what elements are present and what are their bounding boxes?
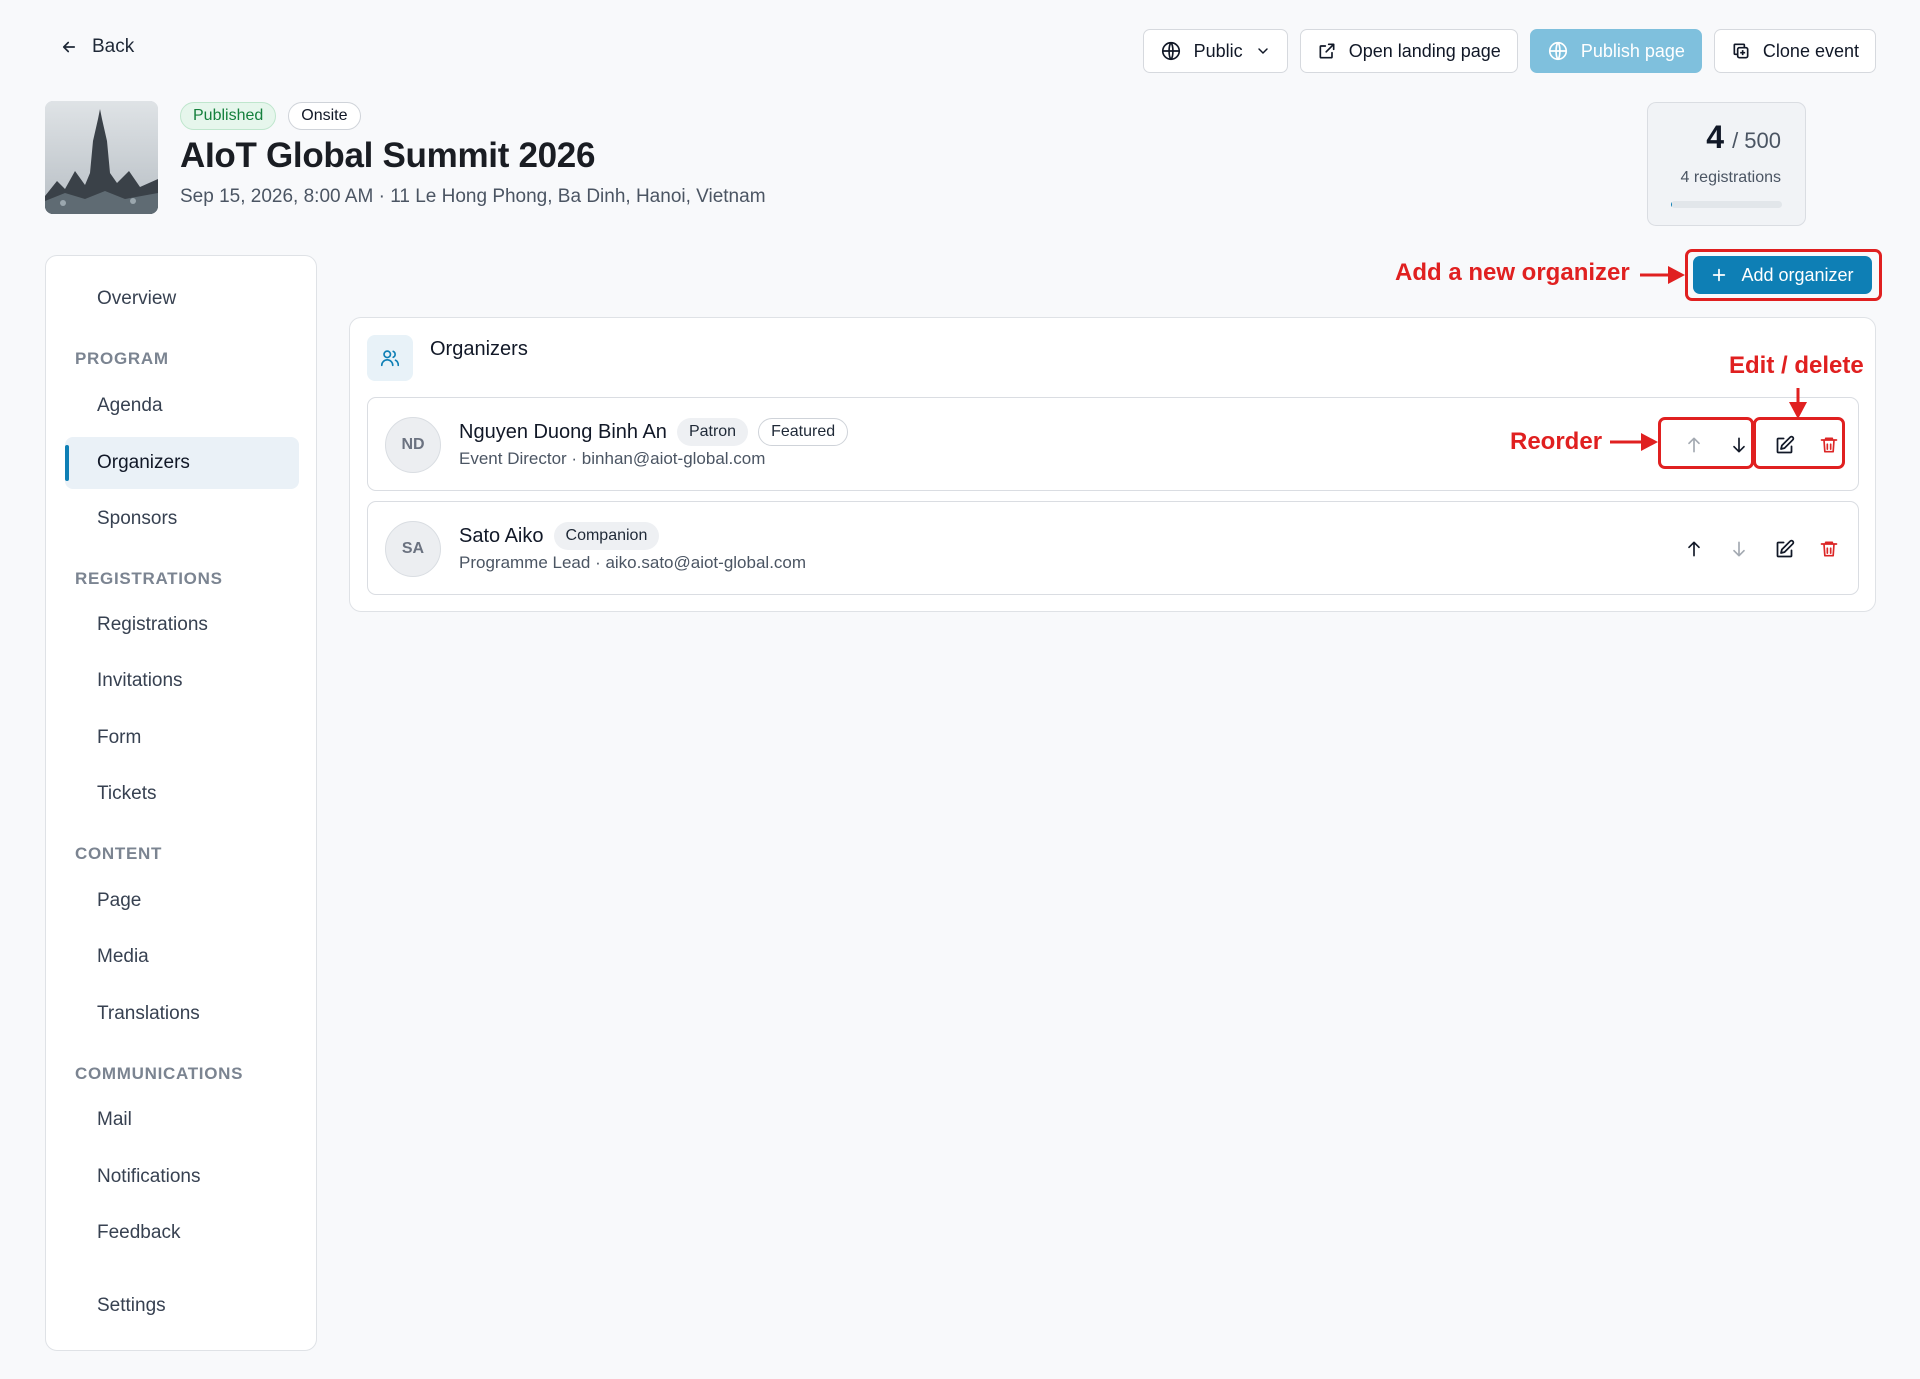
organizer-role-email: Programme Lead · aiko.sato@aiot-global.c… <box>459 553 807 572</box>
sidebar-item-invitations[interactable]: Invitations <box>65 655 299 707</box>
annotation-box-edit-delete <box>1753 417 1845 469</box>
capacity-progress-bar <box>1671 201 1782 208</box>
panel-title: Organizers <box>430 338 528 360</box>
arrow-down-icon <box>1729 539 1749 559</box>
move-up-button[interactable] <box>1676 531 1712 567</box>
delete-button[interactable] <box>1811 531 1847 567</box>
sidebar-item-tickets[interactable]: Tickets <box>65 768 299 820</box>
sidebar-item-form[interactable]: Form <box>65 712 299 764</box>
capacity-label: 4 registrations <box>1680 169 1782 186</box>
organizer-name: Nguyen Duong Binh An <box>459 420 667 443</box>
arrow-left-icon <box>60 38 78 56</box>
registration-count: 4 <box>1706 119 1725 155</box>
sidebar-section-program: PROGRAM <box>75 349 169 368</box>
edit-button[interactable] <box>1766 531 1802 567</box>
annotation-box-add <box>1685 249 1882 301</box>
sidebar-item-page[interactable]: Page <box>65 875 299 927</box>
globe-icon <box>1547 40 1569 62</box>
users-icon <box>367 335 413 381</box>
organizer-name: Sato Aiko <box>459 524 544 547</box>
back-link[interactable]: Back <box>60 36 134 58</box>
page-title: AIoT Global Summit 2026 <box>180 136 596 175</box>
visibility-dropdown[interactable]: Public <box>1142 29 1288 73</box>
open-landing-page-button[interactable]: Open landing page <box>1299 29 1518 73</box>
sidebar-section-content: CONTENT <box>75 844 163 863</box>
organizer-tag: Patron <box>676 418 749 446</box>
organizer-name-line: Nguyen Duong Binh An Patron Featured <box>459 418 849 446</box>
organizers-panel: Organizers ND Nguyen Duong Binh An Patro… <box>349 317 1876 612</box>
sidebar-item-registrations[interactable]: Registrations <box>65 599 299 651</box>
external-link-icon <box>1317 41 1337 61</box>
sidebar-item-organizers[interactable]: Organizers <box>65 437 299 489</box>
sidebar-section-communications: COMMUNICATIONS <box>75 1064 244 1083</box>
trash-icon <box>1819 539 1839 559</box>
sidebar-item-mail[interactable]: Mail <box>65 1094 299 1146</box>
edit-icon <box>1774 539 1795 560</box>
sidebar: Overview PROGRAM Agenda Organizers Spons… <box>45 255 317 1351</box>
organizer-name-line: Sato Aiko Companion <box>459 522 660 550</box>
sidebar-item-media[interactable]: Media <box>65 931 299 983</box>
arrow-up-icon <box>1684 539 1704 559</box>
avatar: ND <box>385 417 441 473</box>
top-actions: Public Open landing page Publish page Cl… <box>1142 29 1876 73</box>
sidebar-item-translations[interactable]: Translations <box>65 988 299 1040</box>
status-badge: Published <box>180 102 277 130</box>
move-down-button[interactable] <box>1721 531 1757 567</box>
organizer-tag: Featured <box>758 418 849 446</box>
annotation-box-reorder <box>1658 417 1754 469</box>
organizer-row: ND Nguyen Duong Binh An Patron Featured … <box>367 397 1859 491</box>
globe-icon <box>1160 40 1182 62</box>
open-landing-label: Open landing page <box>1348 40 1501 61</box>
mode-badge: Onsite <box>288 102 361 130</box>
visibility-label: Public <box>1193 40 1243 61</box>
sidebar-item-feedback[interactable]: Feedback <box>65 1207 299 1259</box>
avatar: SA <box>385 521 441 577</box>
chevron-down-icon <box>1255 43 1271 59</box>
capacity-count: 4 / 500 <box>1706 119 1781 156</box>
clone-event-button[interactable]: Clone event <box>1713 29 1876 73</box>
annotation-add-organizer: Add a new organizer <box>1395 259 1630 286</box>
capacity-card: 4 / 500 4 registrations <box>1647 102 1806 226</box>
organizer-tag: Companion <box>553 522 660 550</box>
publish-label: Publish page <box>1580 40 1685 61</box>
copy-icon <box>1731 41 1751 61</box>
sidebar-item-overview[interactable]: Overview <box>65 273 299 325</box>
annotation-reorder: Reorder <box>1510 428 1603 455</box>
capacity-max: / 500 <box>1732 128 1781 153</box>
clone-label: Clone event <box>1762 40 1859 61</box>
organizer-role-email: Event Director · binhan@aiot-global.com <box>459 449 766 468</box>
sidebar-item-notifications[interactable]: Notifications <box>65 1151 299 1203</box>
sidebar-item-sponsors[interactable]: Sponsors <box>65 493 299 545</box>
sidebar-item-agenda[interactable]: Agenda <box>65 380 299 432</box>
back-label: Back <box>92 36 135 57</box>
publish-page-button[interactable]: Publish page <box>1529 29 1702 73</box>
organizer-row: SA Sato Aiko Companion Programme Lead · … <box>367 501 1859 595</box>
annotation-edit-delete: Edit / delete <box>1729 352 1864 379</box>
capacity-progress-fill <box>1671 201 1672 208</box>
event-badges: Published Onsite <box>180 102 361 130</box>
sidebar-section-registrations: REGISTRATIONS <box>75 569 223 588</box>
sidebar-item-settings[interactable]: Settings <box>65 1280 299 1332</box>
event-date-location: Sep 15, 2026, 8:00 AM · 11 Le Hong Phong… <box>180 186 766 207</box>
event-thumbnail <box>45 101 158 214</box>
